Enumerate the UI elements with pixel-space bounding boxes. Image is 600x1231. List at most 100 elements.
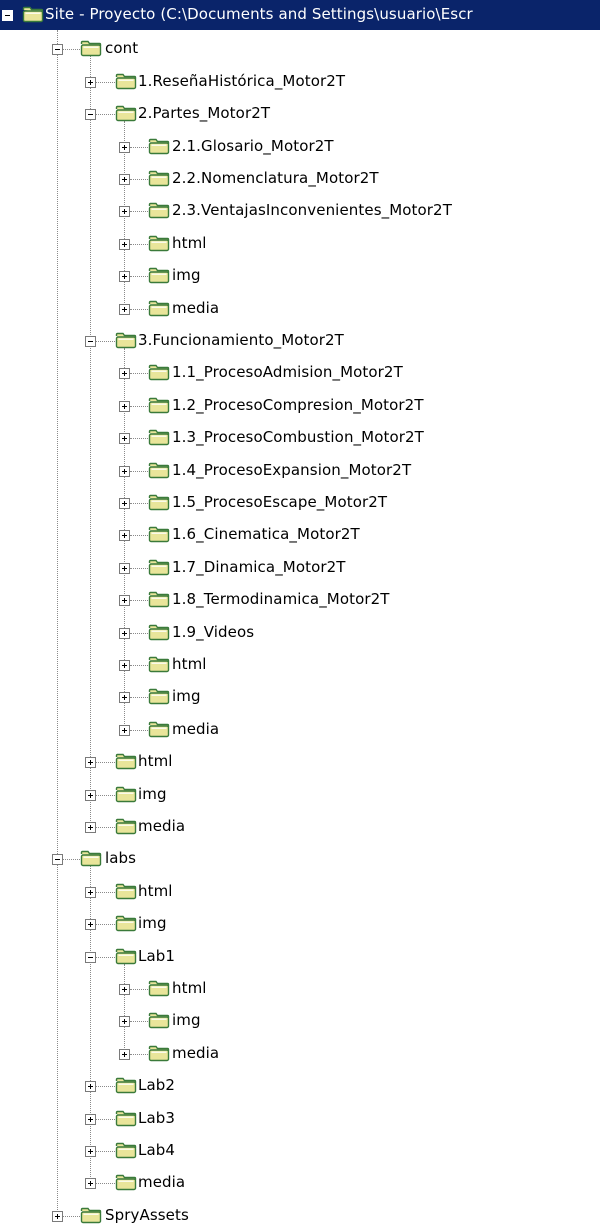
tree-item-folder[interactable]: 1.ReseñaHistórica_Motor2T: [0, 65, 600, 97]
folder-icon: [148, 462, 170, 479]
expand-toggle-icon[interactable]: [85, 76, 96, 88]
collapse-toggle-icon[interactable]: [85, 109, 96, 121]
expand-toggle-icon[interactable]: [119, 1048, 130, 1060]
expand-toggle-icon[interactable]: [85, 1178, 96, 1190]
tree-item-folder[interactable]: img: [0, 259, 600, 291]
expand-toggle-icon[interactable]: [119, 595, 130, 607]
tree-item-folder[interactable]: Lab2: [0, 1069, 600, 1101]
tree-item-folder[interactable]: labs: [0, 842, 600, 874]
collapse-toggle-icon[interactable]: [52, 44, 63, 56]
collapse-toggle-icon[interactable]: [2, 10, 13, 21]
tree-item-folder[interactable]: img: [0, 1004, 600, 1036]
expand-toggle-icon[interactable]: [119, 984, 130, 995]
expand-toggle-icon[interactable]: [85, 1146, 96, 1157]
tree-item-folder[interactable]: html: [0, 972, 600, 1004]
expand-toggle-icon[interactable]: [119, 724, 130, 736]
tree-branch-line: [130, 146, 148, 148]
tree-item-folder[interactable]: 3.Funcionamiento_Motor2T: [0, 324, 600, 356]
expand-toggle-icon[interactable]: [85, 757, 96, 769]
tree-item-folder[interactable]: Lab4: [0, 1134, 600, 1166]
tree-item-folder[interactable]: img: [0, 907, 600, 939]
tree-root-site[interactable]: Site - Proyecto (C:\Documents and Settin…: [0, 0, 600, 32]
tree-item-folder[interactable]: 2.2.Nomenclatura_Motor2T: [0, 162, 600, 194]
expand-toggle-icon[interactable]: [119, 498, 130, 509]
tree-item-folder[interactable]: 1.3_ProcesoCombustion_Motor2T: [0, 421, 600, 453]
expand-toggle-icon[interactable]: [119, 206, 130, 218]
expand-toggle-icon[interactable]: [85, 1113, 96, 1125]
tree-item-label: html: [138, 752, 173, 771]
tree-item-folder[interactable]: media: [0, 292, 600, 324]
tree-item-label: html: [172, 233, 207, 252]
tree-item-folder[interactable]: cont: [0, 32, 600, 64]
folder-icon: [148, 559, 170, 576]
expand-toggle-icon[interactable]: [119, 660, 130, 671]
collapse-toggle-icon[interactable]: [85, 951, 96, 963]
tree-item-folder[interactable]: 1.2_ProcesoCompresion_Motor2T: [0, 389, 600, 421]
tree-item-folder[interactable]: img: [0, 680, 600, 712]
expand-toggle-icon[interactable]: [119, 627, 130, 639]
tree-item-folder[interactable]: SpryAssets: [0, 1199, 600, 1231]
tree-branch-line: [96, 924, 115, 926]
tree-item-label: 1.9_Videos: [172, 622, 255, 641]
tree-branch-line: [130, 308, 148, 310]
tree-item-folder[interactable]: media: [0, 1037, 600, 1069]
expand-toggle-icon[interactable]: [119, 141, 130, 153]
expand-toggle-icon[interactable]: [119, 562, 130, 574]
expand-toggle-icon[interactable]: [85, 1081, 96, 1093]
tree-branch-line: [96, 1118, 115, 1120]
tree-item-folder[interactable]: 1.8_Termodinamica_Motor2T: [0, 583, 600, 615]
tree-branch-line: [130, 1021, 148, 1023]
tree-branch-line: [130, 600, 148, 602]
expand-toggle-icon[interactable]: [85, 822, 96, 833]
tree-item-folder[interactable]: 2.3.VentajasInconvenientes_Motor2T: [0, 194, 600, 226]
tree-item-folder[interactable]: media: [0, 1166, 600, 1198]
tree-item-folder[interactable]: 2.Partes_Motor2T: [0, 97, 600, 129]
expand-toggle-icon[interactable]: [85, 919, 96, 931]
tree-item-folder[interactable]: html: [0, 745, 600, 777]
tree-item-folder[interactable]: html: [0, 648, 600, 680]
tree-item-label: 1.8_Termodinamica_Motor2T: [172, 590, 390, 609]
folder-icon: [115, 753, 137, 770]
tree-item-folder[interactable]: media: [0, 810, 600, 842]
tree-item-label: 1.5_ProcesoEscape_Motor2T: [172, 493, 388, 511]
tree-item-folder[interactable]: 1.5_ProcesoEscape_Motor2T: [0, 486, 600, 518]
site-file-tree[interactable]: Site - Proyecto (C:\Documents and Settin…: [0, 0, 600, 1224]
collapse-toggle-icon[interactable]: [52, 854, 63, 866]
expand-toggle-icon[interactable]: [119, 368, 130, 380]
tree-item-folder[interactable]: html: [0, 227, 600, 259]
tree-item-label: cont: [105, 39, 139, 58]
folder-icon: [115, 1077, 137, 1094]
tree-branch-line: [130, 373, 148, 375]
expand-toggle-icon[interactable]: [119, 433, 130, 445]
tree-item-label: 2.3.VentajasInconvenientes_Motor2T: [172, 201, 452, 220]
folder-icon: [115, 948, 137, 965]
expand-toggle-icon[interactable]: [119, 303, 130, 315]
expand-toggle-icon[interactable]: [85, 789, 96, 801]
tree-item-folder[interactable]: 1.4_ProcesoExpansion_Motor2T: [0, 454, 600, 486]
expand-toggle-icon[interactable]: [119, 400, 130, 412]
expand-toggle-icon[interactable]: [119, 238, 130, 250]
expand-toggle-icon[interactable]: [119, 692, 130, 704]
tree-item-folder[interactable]: img: [0, 778, 600, 810]
expand-toggle-icon[interactable]: [85, 886, 96, 898]
tree-item-folder[interactable]: Lab1: [0, 940, 600, 972]
tree-branch-line: [63, 1215, 80, 1217]
collapse-toggle-icon[interactable]: [85, 336, 96, 347]
tree-item-folder[interactable]: 1.7_Dinamica_Motor2T: [0, 551, 600, 583]
expand-toggle-icon[interactable]: [119, 271, 130, 283]
tree-item-folder[interactable]: 1.9_Videos: [0, 616, 600, 648]
folder-icon: [115, 73, 137, 90]
expand-toggle-icon[interactable]: [119, 174, 130, 185]
expand-toggle-icon[interactable]: [119, 465, 130, 477]
tree-item-label: 1.4_ProcesoExpansion_Motor2T: [172, 460, 412, 479]
tree-item-folder[interactable]: 1.6_Cinematica_Motor2T: [0, 518, 600, 550]
tree-branch-line: [63, 859, 80, 861]
expand-toggle-icon[interactable]: [52, 1210, 63, 1222]
tree-item-folder[interactable]: media: [0, 713, 600, 745]
tree-item-folder[interactable]: html: [0, 875, 600, 907]
tree-item-folder[interactable]: 2.1.Glosario_Motor2T: [0, 130, 600, 162]
tree-item-folder[interactable]: 1.1_ProcesoAdmision_Motor2T: [0, 356, 600, 388]
expand-toggle-icon[interactable]: [119, 1016, 130, 1028]
tree-item-folder[interactable]: Lab3: [0, 1102, 600, 1134]
expand-toggle-icon[interactable]: [119, 530, 130, 542]
